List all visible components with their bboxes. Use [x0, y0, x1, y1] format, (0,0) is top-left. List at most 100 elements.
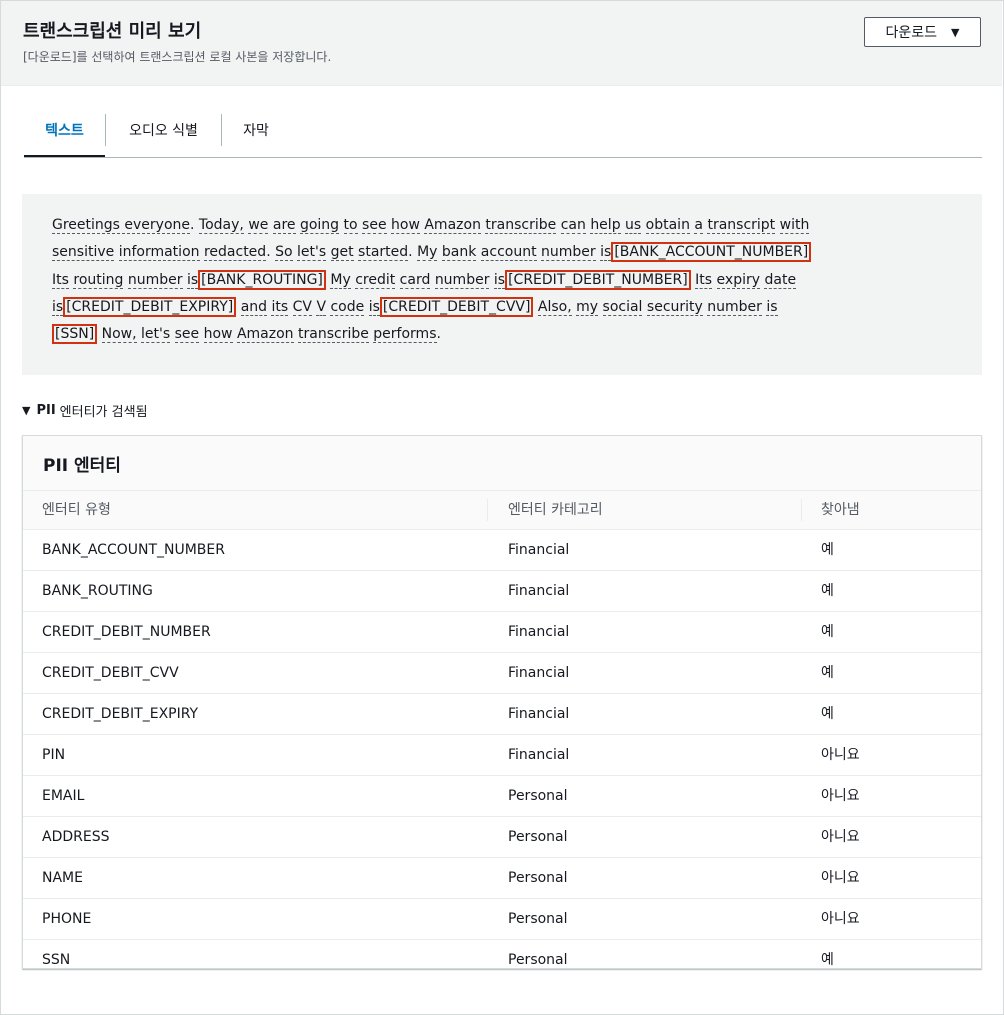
transcript-word[interactable]: account [480, 244, 537, 262]
transcript-word[interactable]: credit [355, 271, 396, 289]
transcript-word[interactable]: transcript [707, 217, 776, 234]
transcript-word[interactable]: is [493, 271, 506, 289]
transcript-word[interactable]: help [590, 217, 621, 234]
transcript-word[interactable]: code [330, 298, 365, 316]
transcript-word[interactable]: going [299, 217, 340, 234]
transcript-word[interactable]: and [240, 298, 268, 316]
transcript-text-panel: Greetings everyone. Today, we are going … [22, 194, 982, 375]
transcript-word[interactable]: can [560, 217, 586, 234]
entity-type-cell: ADDRESS [42, 829, 110, 845]
transcript-word[interactable]: So [275, 244, 293, 262]
found-cell: 예 [821, 583, 834, 599]
transcript-word[interactable]: let's [141, 326, 171, 344]
found-cell: 아니요 [821, 788, 860, 804]
transcript-word[interactable]: My [330, 271, 351, 289]
transcript-word[interactable]: see [174, 326, 200, 344]
tab-subtitles[interactable]: 자막 [222, 104, 290, 156]
transcript-word[interactable]: expiry [716, 271, 761, 289]
redacted-entity[interactable]: [CREDIT_DEBIT_NUMBER] [505, 269, 691, 290]
transcript-line: Its routing number is [BANK_ROUTING] My c… [52, 267, 952, 294]
transcript-word[interactable]: is [600, 244, 612, 262]
transcript-word[interactable]: is [52, 298, 64, 316]
transcript-word[interactable]: Its [695, 271, 713, 289]
transcript-word[interactable]: security [646, 298, 703, 316]
transcript-word[interactable]: my [576, 298, 599, 316]
transcript-word[interactable]: a [694, 217, 703, 234]
entity-category-cell: Personal [508, 788, 568, 804]
entity-type-cell: SSN [42, 952, 71, 968]
transcript-word[interactable]: Amazon [236, 326, 294, 344]
transcript-word[interactable]: information [118, 244, 200, 262]
found-cell: 예 [821, 624, 834, 640]
transcript-word[interactable]: Its [52, 271, 69, 289]
transcript-word[interactable]: we [248, 217, 269, 234]
transcript-word[interactable]: how [203, 326, 233, 344]
transcript-word[interactable]: number [541, 244, 596, 262]
transcript-word[interactable]: bank [441, 244, 477, 262]
transcript-word[interactable]: how [391, 217, 420, 234]
transcript-word[interactable]: Also, [537, 298, 572, 316]
tab-bar: 텍스트 오디오 식별 자막 [24, 104, 982, 158]
transcript-line: Greetings everyone. Today, we are going … [52, 212, 952, 239]
transcript-word[interactable]: its [271, 298, 289, 316]
transcript-word[interactable]: obtain [645, 217, 690, 234]
found-cell: 아니요 [821, 911, 860, 927]
entity-category-cell: Financial [508, 747, 570, 763]
found-cell: 아니요 [821, 870, 860, 886]
transcript-word[interactable]: is [368, 298, 380, 316]
column-header-found: 찾아냄 [821, 502, 860, 518]
redacted-entity[interactable]: [CREDIT_DEBIT_EXPIRY] [63, 296, 237, 317]
table-row: NAME Personal 아니요 [23, 858, 981, 899]
transcript-word[interactable]: are [272, 217, 296, 234]
transcript-punctuation [712, 272, 716, 288]
table-row: CREDIT_DEBIT_CVV Financial 예 [23, 653, 981, 694]
tab-speaker-identification[interactable]: 오디오 식별 [106, 104, 221, 156]
download-button[interactable]: 다운로드 ▼ [864, 17, 981, 47]
transcript-word[interactable]: My [417, 244, 438, 262]
transcript-word[interactable]: sensitive [52, 244, 115, 262]
transcript-word[interactable]: performs [373, 326, 437, 344]
transcript-word[interactable]: started [358, 244, 409, 262]
entity-type-cell: EMAIL [42, 788, 85, 804]
transcript-word[interactable]: is [186, 271, 199, 289]
transcript-word[interactable]: number [434, 271, 490, 289]
table-row: BANK_ACCOUNT_NUMBER Financial 예 [23, 530, 981, 571]
transcript-word[interactable]: number [707, 298, 762, 316]
transcript-word[interactable]: CV [292, 298, 312, 316]
transcript-word[interactable]: V [316, 298, 327, 316]
transcript-word[interactable]: us [625, 217, 642, 234]
entity-category-cell: Financial [508, 542, 570, 558]
transcript-word[interactable]: let's [297, 244, 327, 262]
redacted-entity[interactable]: [CREDIT_DEBIT_CVV] [379, 296, 534, 317]
transcript-word[interactable]: with [779, 217, 810, 234]
pii-detected-toggle[interactable]: ▼ PII 엔터티가 검색됨 [22, 401, 148, 420]
table-body: BANK_ACCOUNT_NUMBER Financial 예 BANK_ROUTIN… [23, 530, 981, 980]
transcript-punctuation [288, 299, 292, 315]
redacted-entity[interactable]: [SSN] [52, 324, 98, 345]
transcript-word[interactable]: Amazon [424, 217, 481, 234]
transcript-word[interactable]: transcribe [298, 326, 369, 344]
transcript-word[interactable]: social [602, 298, 643, 316]
transcript-word[interactable]: Today, [198, 217, 244, 234]
found-cell: 아니요 [821, 829, 860, 845]
transcript-word[interactable]: redacted [203, 244, 267, 262]
transcript-word[interactable]: Greetings everyone [52, 217, 191, 234]
transcript-word[interactable]: get [330, 244, 354, 262]
table-row: BANK_ROUTING Financial 예 [23, 571, 981, 612]
transcript-word[interactable]: is [766, 298, 778, 316]
transcript-word[interactable]: Now, [101, 326, 137, 344]
transcript-word[interactable]: number [127, 271, 183, 289]
redacted-entity[interactable]: [BANK_ROUTING] [198, 269, 326, 290]
column-divider [801, 499, 802, 521]
transcript-word[interactable]: transcribe [485, 217, 557, 234]
transcript-word[interactable]: routing [73, 271, 124, 289]
tab-text[interactable]: 텍스트 [24, 104, 105, 157]
transcript-word[interactable]: to [343, 217, 358, 234]
transcript-punctuation [339, 217, 343, 233]
redacted-entity[interactable]: [BANK_ACCOUNT_NUMBER] [611, 242, 812, 263]
transcript-word[interactable]: see [362, 217, 387, 234]
pii-entities-panel: PII 엔터티 엔터티 유형 엔터티 카테고리 찾아냄 BANK_ACCOUNT… [22, 435, 982, 969]
table-row: SSN Personal 예 [23, 940, 981, 980]
transcript-word[interactable]: date [764, 271, 797, 289]
transcript-word[interactable]: card [399, 271, 431, 289]
